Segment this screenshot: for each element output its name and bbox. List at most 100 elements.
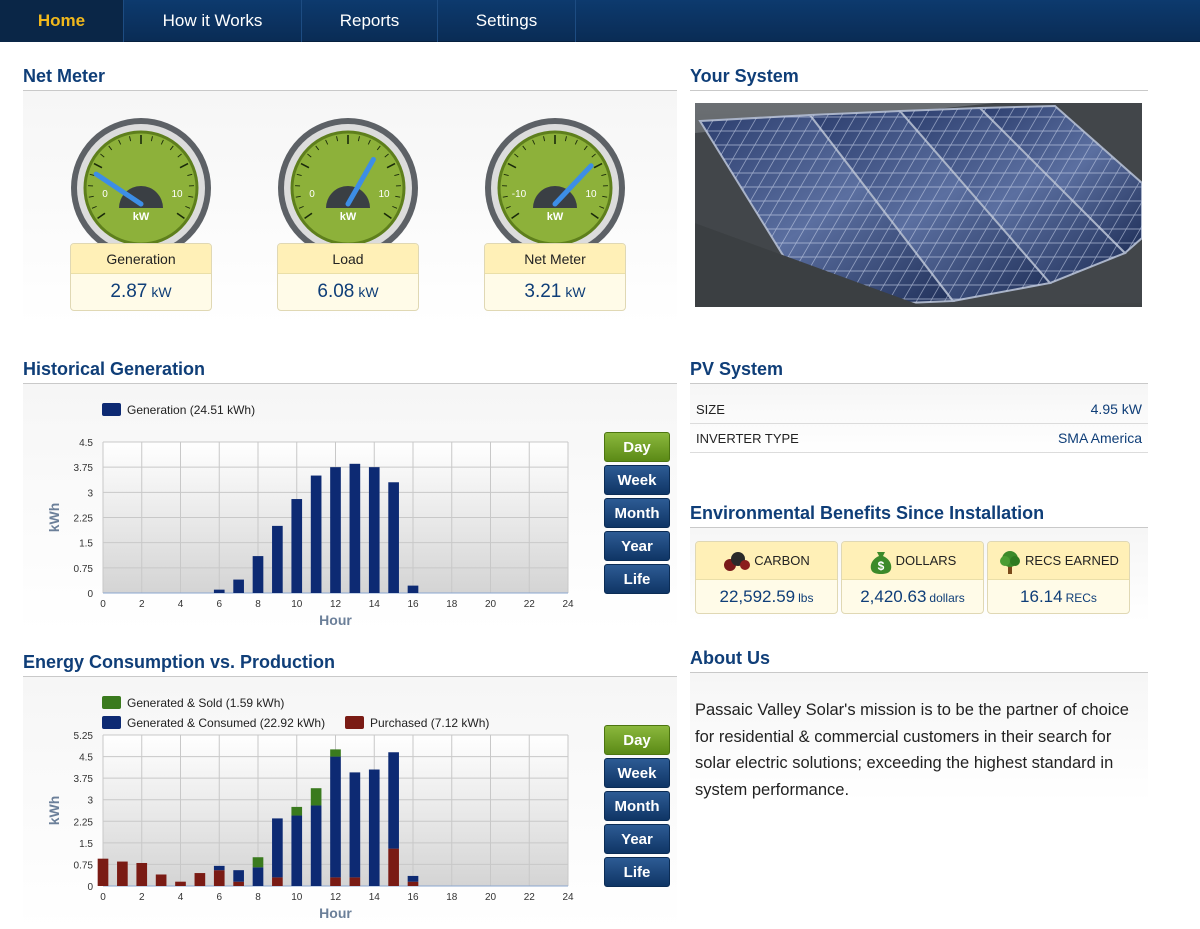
svg-text:$: $ bbox=[877, 559, 884, 573]
solar-panel-image bbox=[695, 103, 1142, 307]
hist-bar bbox=[407, 585, 419, 593]
net-meter-dial: -10 10 kW bbox=[485, 118, 625, 258]
cons-bar-series1 bbox=[330, 756, 341, 878]
hist-xtick: 20 bbox=[485, 599, 497, 610]
money-bag-icon: $ bbox=[870, 551, 891, 574]
pv-system-title: PV System bbox=[690, 359, 784, 379]
hist-ytick: 3 bbox=[87, 488, 93, 499]
cons-legend-label: Purchased (7.12 kWh) bbox=[370, 716, 489, 730]
top-nav: Home How it Works Reports Settings bbox=[0, 0, 1200, 42]
hist-bar bbox=[252, 556, 264, 593]
cons-ytick: 0.75 bbox=[74, 860, 94, 871]
generation-value-unit: kW bbox=[151, 284, 172, 300]
nav-tab-how-it-works[interactable]: How it Works bbox=[124, 0, 302, 42]
about-text: Passaic Valley Solar's mission is to be … bbox=[695, 701, 1129, 799]
cons-bar-series1 bbox=[213, 865, 225, 871]
cons-bar-series1 bbox=[368, 769, 380, 886]
nav-tab-home[interactable]: Home bbox=[0, 0, 124, 42]
net-meter-scale-min: -10 bbox=[512, 189, 527, 200]
hist-bar bbox=[272, 525, 283, 593]
historical-generation-chart: 00.751.52.2533.754.50 2 4 6 8 10 12 14 16 18 20 22 2… bbox=[46, 403, 574, 628]
nav-tab-reports[interactable]: Reports bbox=[302, 0, 438, 42]
load-label: Load bbox=[278, 244, 418, 274]
cons-bar-series1 bbox=[291, 815, 303, 886]
net-meter-scale-max: 10 bbox=[585, 189, 597, 200]
cons-bar-series1 bbox=[310, 805, 322, 886]
cons-bar-series1 bbox=[349, 772, 361, 878]
hist-bar bbox=[233, 579, 244, 593]
pv-row-size: SIZE 4.95 kW bbox=[690, 395, 1148, 424]
historical-range-week-button[interactable]: Week bbox=[604, 465, 670, 495]
cons-bar-series0 bbox=[407, 881, 419, 886]
cons-ytick: 5.25 bbox=[74, 731, 94, 742]
about-title: About Us bbox=[690, 648, 770, 668]
hist-xtick: 16 bbox=[407, 599, 419, 610]
cons-bar-series1 bbox=[388, 752, 399, 849]
hist-ytick: 0.75 bbox=[74, 564, 94, 575]
consumption-range-week-button[interactable]: Week bbox=[604, 758, 670, 788]
cons-bar-series1 bbox=[272, 818, 283, 878]
hist-bar bbox=[291, 499, 303, 593]
cons-bar-series0 bbox=[349, 877, 361, 886]
cons-bar-series2 bbox=[330, 749, 341, 757]
hist-ytick: 1.5 bbox=[79, 539, 93, 550]
cons-legend-label: Generated & Sold (1.59 kWh) bbox=[127, 696, 284, 710]
historical-range-day-button[interactable]: Day bbox=[604, 432, 670, 462]
cons-bar-series0 bbox=[155, 874, 167, 886]
your-system-rule bbox=[690, 90, 1148, 91]
cons-bar-series2 bbox=[291, 806, 303, 816]
consumption-chart: 00.751.52.2533.754.55.250 2 4 6 8 10 12 14 16 18 2… bbox=[46, 696, 574, 921]
cons-xtick: 16 bbox=[407, 892, 419, 903]
cons-xtick: 24 bbox=[562, 892, 574, 903]
cons-bar-series0 bbox=[272, 877, 283, 886]
generation-dial: 0 10 kW bbox=[71, 118, 211, 258]
hist-xtick: 14 bbox=[369, 599, 381, 610]
cons-ytick: 2.25 bbox=[74, 817, 94, 828]
historical-range-year-button[interactable]: Year bbox=[604, 531, 670, 561]
env-recs-unit: RECs bbox=[1065, 591, 1097, 605]
cons-xtick: 10 bbox=[291, 892, 303, 903]
env-carbon-unit: lbs bbox=[798, 591, 814, 605]
generation-card: Generation 2.87 kW bbox=[70, 243, 212, 311]
hist-ytick: 2.25 bbox=[74, 514, 94, 525]
hist-xtick: 12 bbox=[330, 599, 342, 610]
hist-xtick: 2 bbox=[139, 599, 145, 610]
load-dial-unit: kW bbox=[340, 211, 357, 223]
hist-bar bbox=[388, 482, 399, 593]
hist-xtick: 22 bbox=[524, 599, 536, 610]
cons-xtick: 4 bbox=[178, 892, 184, 903]
net-meter-value-number: 3.21 bbox=[524, 281, 562, 302]
cons-xtick: 2 bbox=[139, 892, 145, 903]
load-card: Load 6.08 kW bbox=[277, 243, 419, 311]
generation-label: Generation bbox=[71, 244, 211, 274]
solar-panel-photo bbox=[695, 103, 1142, 307]
net-meter-dial-unit: kW bbox=[547, 211, 564, 223]
nav-tab-settings[interactable]: Settings bbox=[438, 0, 576, 42]
hist-ytick: 4.5 bbox=[79, 438, 93, 449]
env-card-dollars: $ DOLLARS 2,420.63 dollars bbox=[841, 541, 984, 614]
load-scale-min: 0 bbox=[309, 189, 315, 200]
load-value-unit: kW bbox=[358, 284, 379, 300]
consumption-range-life-button[interactable]: Life bbox=[604, 857, 670, 887]
your-system-title: Your System bbox=[690, 66, 799, 86]
env-carbon-label: CARBON bbox=[754, 553, 810, 568]
cons-ytick: 3 bbox=[87, 796, 93, 807]
historical-range-month-button[interactable]: Month bbox=[604, 498, 670, 528]
cons-bar-series0 bbox=[175, 881, 186, 886]
pv-size-key: SIZE bbox=[696, 402, 725, 417]
hist-xtick: 4 bbox=[178, 599, 184, 610]
consumption-range-day-button[interactable]: Day bbox=[604, 725, 670, 755]
cons-bar-series0 bbox=[233, 881, 244, 886]
generation-value-number: 2.87 bbox=[110, 281, 148, 302]
consumption-range-month-button[interactable]: Month bbox=[604, 791, 670, 821]
generation-dial-unit: kW bbox=[133, 211, 150, 223]
env-card-carbon: CARBON 22,592.59 lbs bbox=[695, 541, 838, 614]
historical-generation-title: Historical Generation bbox=[23, 359, 206, 379]
hist-legend-swatch bbox=[102, 403, 121, 416]
pv-row-inverter: INVERTER TYPE SMA America bbox=[690, 424, 1148, 453]
cons-bar-series0 bbox=[213, 870, 225, 886]
consumption-range-year-button[interactable]: Year bbox=[604, 824, 670, 854]
historical-range-life-button[interactable]: Life bbox=[604, 564, 670, 594]
hist-xtick: 10 bbox=[291, 599, 303, 610]
hist-xtick: 0 bbox=[100, 599, 106, 610]
